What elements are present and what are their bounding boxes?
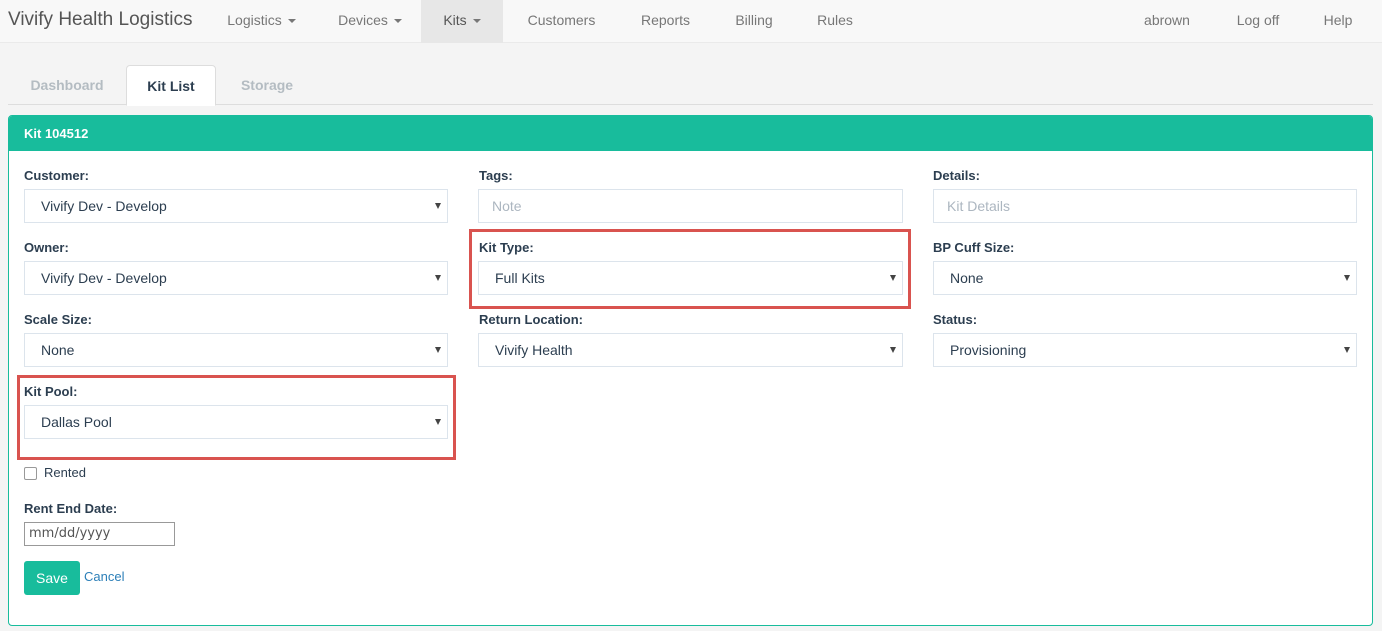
- kit-type-highlight: [469, 229, 911, 309]
- tab-storage[interactable]: Storage: [216, 65, 318, 105]
- nav-customers[interactable]: Customers: [515, 0, 608, 43]
- bp-cuff-select[interactable]: None: [933, 261, 1357, 295]
- bp-cuff-value: None: [950, 270, 984, 286]
- status-select[interactable]: Provisioning: [933, 333, 1357, 367]
- brand-title[interactable]: Vivify Health Logistics: [8, 9, 192, 31]
- status-value: Provisioning: [950, 342, 1027, 358]
- panel-title: Kit 104512: [9, 116, 1372, 151]
- return-location-select[interactable]: Vivify Health: [478, 333, 903, 367]
- chevron-down-icon: [287, 19, 296, 24]
- chevron-down-icon: [890, 347, 896, 353]
- rent-end-label: Rent End Date:: [24, 501, 118, 516]
- tab-kit-list[interactable]: Kit List: [126, 65, 216, 106]
- return-location-label: Return Location:: [479, 312, 583, 327]
- nav-kits-label: Kits: [443, 12, 467, 28]
- customer-label: Customer:: [24, 168, 90, 183]
- scale-size-select[interactable]: None: [24, 333, 448, 367]
- owner-label: Owner:: [24, 240, 69, 255]
- tab-dashboard[interactable]: Dashboard: [8, 65, 126, 105]
- nav-logistics-label: Logistics: [227, 12, 282, 28]
- chevron-down-icon: [435, 203, 441, 209]
- save-button[interactable]: Save: [24, 561, 80, 595]
- top-navbar: Vivify Health Logistics Logistics Device…: [0, 0, 1382, 43]
- tags-label: Tags:: [479, 168, 513, 183]
- nav-kits[interactable]: Kits: [421, 0, 503, 43]
- nav-rules[interactable]: Rules: [807, 0, 863, 43]
- kit-pool-highlight: [17, 375, 456, 460]
- nav-logoff[interactable]: Log off: [1224, 0, 1292, 43]
- details-label: Details:: [933, 168, 980, 183]
- return-location-value: Vivify Health: [495, 342, 573, 358]
- scale-size-label: Scale Size:: [24, 312, 92, 327]
- rented-checkbox[interactable]: [24, 467, 37, 480]
- chevron-down-icon: [435, 347, 441, 353]
- details-input[interactable]: Kit Details: [933, 189, 1357, 223]
- nav-devices-label: Devices: [338, 12, 388, 28]
- nav-reports[interactable]: Reports: [628, 0, 703, 43]
- scale-size-value: None: [41, 342, 75, 358]
- chevron-down-icon: [1344, 347, 1350, 353]
- nav-billing[interactable]: Billing: [722, 0, 786, 43]
- nav-devices[interactable]: Devices: [326, 0, 414, 43]
- customer-select[interactable]: Vivify Dev - Develop: [24, 189, 448, 223]
- customer-value: Vivify Dev - Develop: [41, 198, 167, 214]
- chevron-down-icon: [1344, 275, 1350, 281]
- cancel-link[interactable]: Cancel: [84, 569, 124, 584]
- nav-help[interactable]: Help: [1311, 0, 1365, 43]
- chevron-down-icon: [472, 19, 481, 24]
- tags-input[interactable]: Note: [478, 189, 903, 223]
- bp-cuff-label: BP Cuff Size:: [933, 240, 1015, 255]
- rented-label: Rented: [44, 465, 86, 480]
- owner-select[interactable]: Vivify Dev - Develop: [24, 261, 448, 295]
- owner-value: Vivify Dev - Develop: [41, 270, 167, 286]
- nav-user[interactable]: abrown: [1130, 0, 1204, 43]
- rent-end-date-input[interactable]: mm/dd/yyyy: [24, 522, 175, 546]
- kit-tabs: Dashboard Kit List Storage: [8, 65, 1373, 106]
- status-label: Status:: [933, 312, 978, 327]
- nav-logistics[interactable]: Logistics: [213, 0, 310, 43]
- chevron-down-icon: [435, 275, 441, 281]
- chevron-down-icon: [393, 19, 402, 24]
